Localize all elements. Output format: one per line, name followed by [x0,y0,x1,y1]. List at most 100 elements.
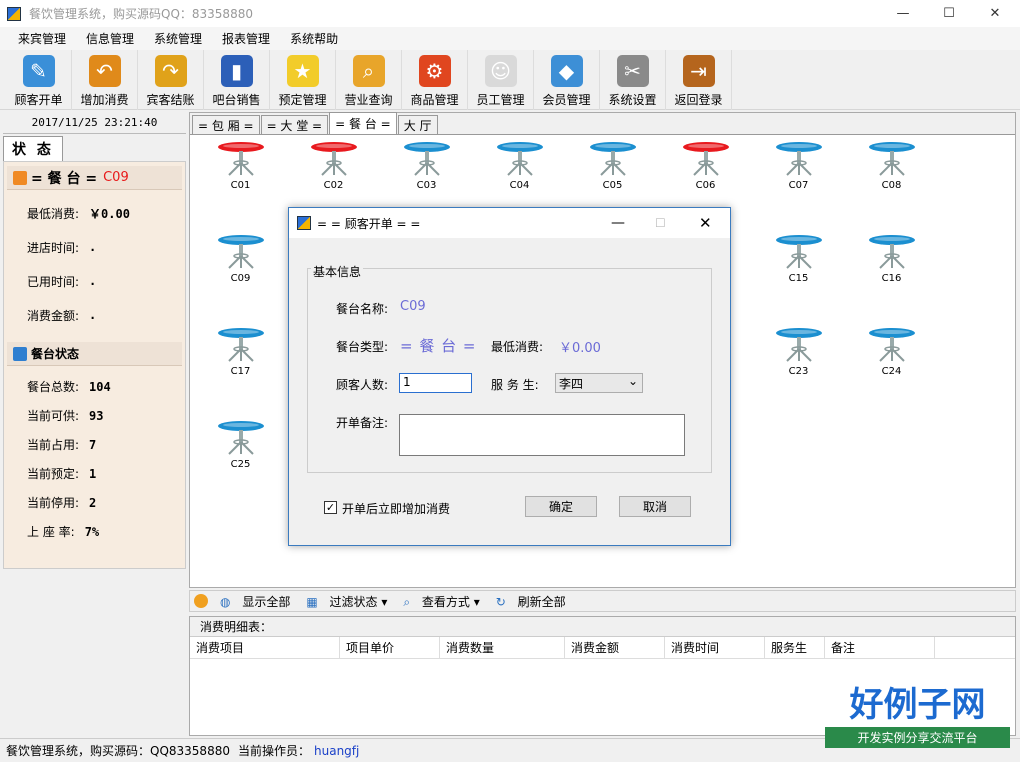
toolbar-label: 预定管理 [278,93,327,107]
filter-status-button[interactable]: ▦ 过滤状态 ▾ [302,593,391,610]
stat-label: 当前可供: [27,409,80,423]
show-all-button[interactable]: ◍ 显示全部 [216,593,294,610]
toolbar-button-2[interactable]: ↷ 宾客结账 [138,50,204,110]
status-text: 餐饮管理系统，购买源码：QQ83358880 [6,744,230,758]
toolbar-button-5[interactable]: ⌕ 营业查询 [336,50,402,110]
column-header[interactable]: 消费时间 [665,637,765,658]
toolbar-button-3[interactable]: ▮ 吧台销售 [204,50,270,110]
waiter-select[interactable]: 李四 ⌄ [555,373,643,393]
seat-type-label: 餐台类型: [336,340,389,354]
tab-0[interactable]: = 包 厢 = [192,115,260,134]
toolbar-button-9[interactable]: ✂ 系统设置 [600,50,666,110]
cancel-button[interactable]: 取消 [619,496,691,517]
column-header[interactable]: 消费数量 [440,637,565,658]
maximize-button[interactable]: ☐ [926,0,972,27]
status-content: = 餐 台 = C09 最低消费: ￥0.00 进店时间:. 已用时间:. 消费金额:.… [3,161,186,569]
menu-guest[interactable]: 来宾管理 [8,30,76,47]
menu-system[interactable]: 系统管理 [144,30,212,47]
column-header[interactable]: 服务生 [765,637,825,658]
operator-name: huangfj [314,743,360,758]
stat-value: 7% [84,524,100,539]
stat-value: 2 [89,495,97,510]
menu-info[interactable]: 信息管理 [76,30,144,47]
close-button[interactable]: ✕ [972,0,1018,27]
dialog-maximize-button: ☐ [655,216,666,230]
column-header[interactable]: 消费项目 [190,637,340,658]
stat-value: 7 [89,437,97,452]
menu-report[interactable]: 报表管理 [212,30,280,47]
dialog-close-button[interactable]: ✕ [699,214,712,232]
toolbar-button-6[interactable]: ⚙ 商品管理 [402,50,468,110]
stool-icon [868,235,915,269]
menu-help[interactable]: 系统帮助 [280,30,348,47]
tab-3[interactable]: 大 厅 [397,115,438,134]
confirm-button[interactable]: 确定 [525,496,597,517]
toolbar-button-4[interactable]: ★ 预定管理 [270,50,336,110]
datetime-display[interactable]: 2017/11/25 23:21:40 [3,112,186,134]
member-icon: ◆ [550,55,583,87]
dialog-minimize-button[interactable]: — [611,215,625,231]
seat-row: 进店时间:. [7,230,182,264]
detail-columns: 消费项目 项目单价 消费数量 消费金额 消费时间 服务生 备注 [190,637,1015,659]
refresh-icon: ↻ [495,594,506,609]
filter-status-label: 过滤状态 ▾ [329,594,388,609]
seat-value: ￥0.00 [89,206,130,221]
down-arrow-icon[interactable] [194,594,208,608]
seat-name: C03 [416,180,437,191]
stat-value: 1 [89,466,97,481]
status-panel: 2017/11/25 23:21:40 状 态 = 餐 台 = C09 最低消费… [3,112,186,569]
stool-icon [403,142,450,176]
seat-name-value: C09 [400,299,426,314]
show-all-label: 显示全部 [242,594,291,609]
open-order-dialog: = = 顾客开单 = = — ☐ ✕ 基本信息 餐台名称: C09 餐台类型: … [288,207,731,546]
dialog-app-icon [297,216,311,230]
tab-2[interactable]: = 餐 台 = [329,112,397,134]
view-mode-button[interactable]: ⌕ 查看方式 ▾ [399,593,483,610]
search-icon: ⌕ [403,594,411,609]
tab-1[interactable]: = 大 堂 = [260,115,329,134]
refresh-all-button[interactable]: ↻ 刷新全部 [492,593,570,610]
column-header[interactable]: 消费金额 [565,637,665,658]
seat-row: 消费金额:. [7,298,182,332]
waiter-value: 李四 [559,377,584,391]
seat-C15[interactable]: C15 [752,230,845,323]
seat-C17[interactable]: C17 [194,323,287,416]
open-order-icon: ✎ [22,55,55,87]
toolbar-button-0[interactable]: ✎ 顾客开单 [6,50,72,110]
seat-C01[interactable]: C01 [194,137,287,230]
seat-C16[interactable]: C16 [845,230,938,323]
seat-section-header: = 餐 台 = C09 [7,166,182,190]
seat-C09[interactable]: C09 [194,230,287,323]
seat-C23[interactable]: C23 [752,323,845,416]
column-header[interactable]: 项目单价 [340,637,440,658]
exit-icon: ⇥ [682,55,715,87]
toolbar-label: 增加消费 [80,93,129,107]
seat-name: C06 [695,180,716,191]
guest-count-input[interactable]: 1 [399,373,472,393]
seat-C25[interactable]: C25 [194,416,287,509]
toolbar-button-10[interactable]: ⇥ 返回登录 [666,50,732,110]
toolbar-button-8[interactable]: ◆ 会员管理 [534,50,600,110]
add-consume-checkbox[interactable]: ✓ [324,501,337,514]
note-textarea[interactable] [399,414,685,456]
toolbar-label: 员工管理 [476,93,525,107]
seat-C24[interactable]: C24 [845,323,938,416]
area-tabs: = 包 厢 = = 大 堂 = = 餐 台 = 大 厅 [190,112,1015,135]
toolbar-label: 系统设置 [608,93,657,107]
status-tab[interactable]: 状 态 [3,136,63,161]
watermark-subtitle: 开发实例分享交流平台 [825,727,1010,748]
stat-row: 当前预定: 1 [7,459,182,488]
selected-seat-code: C09 [103,170,129,185]
seat-C07[interactable]: C07 [752,137,845,230]
seat-name: C01 [230,180,251,191]
note-label: 开单备注: [336,416,389,430]
seat-C08[interactable]: C08 [845,137,938,230]
toolbar-button-1[interactable]: ↶ 增加消费 [72,50,138,110]
column-header[interactable]: 备注 [825,637,935,658]
seat-name: C07 [788,180,809,191]
toolbar-label: 顾客开单 [14,93,63,107]
stat-label: 上 座 率: [27,525,75,539]
minimize-button[interactable]: — [880,0,926,27]
toolbar-button-7[interactable]: ☺ 员工管理 [468,50,534,110]
seat-name-label: 餐台名称: [336,302,389,316]
